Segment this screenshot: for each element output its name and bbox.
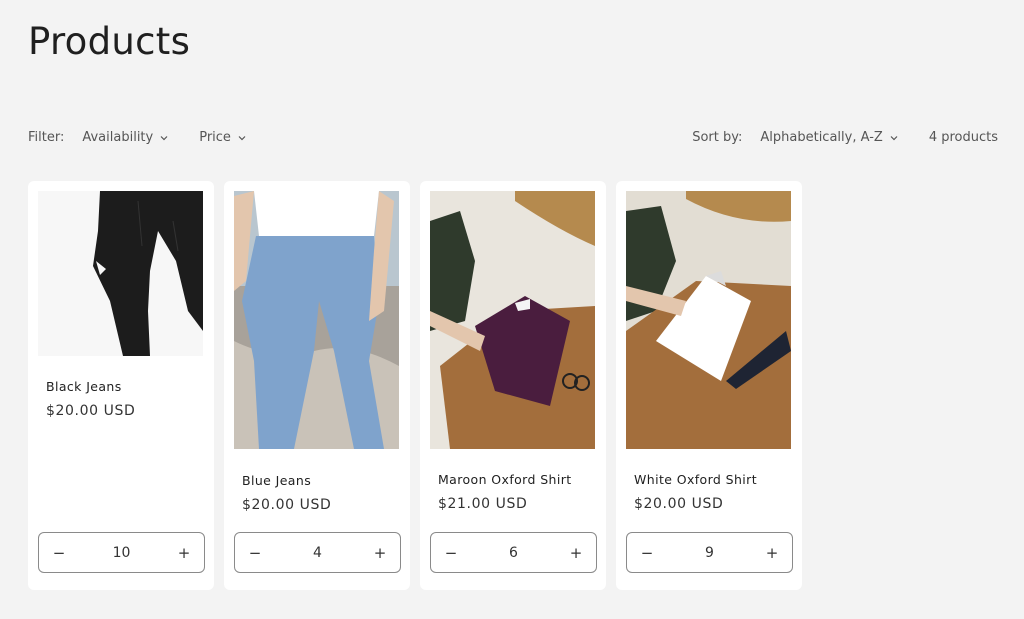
product-image[interactable]	[626, 191, 791, 449]
product-name[interactable]: Blue Jeans	[242, 473, 311, 488]
product-name[interactable]: White Oxford Shirt	[634, 472, 757, 487]
white-shirt-image	[626, 191, 791, 449]
filter-label: Filter:	[28, 130, 65, 145]
decrease-quantity-button[interactable]: −	[235, 533, 275, 572]
blue-jeans-image	[234, 191, 399, 449]
sort-label: Sort by:	[692, 130, 743, 145]
quantity-stepper: − 9 +	[626, 532, 793, 573]
quantity-stepper: − 10 +	[38, 532, 205, 573]
decrease-quantity-button[interactable]: −	[627, 533, 667, 572]
product-card[interactable]: White Oxford Shirt $20.00 USD − 9 +	[616, 181, 802, 590]
filter-group: Filter: Availability Price	[28, 130, 247, 145]
availability-filter-dropdown[interactable]: Availability	[82, 130, 169, 145]
sort-value: Alphabetically, A-Z	[760, 130, 883, 145]
quantity-stepper: − 6 +	[430, 532, 597, 573]
product-name[interactable]: Maroon Oxford Shirt	[438, 472, 572, 487]
quantity-value[interactable]: 4	[275, 545, 360, 561]
page-title: Products	[28, 20, 191, 63]
quantity-value[interactable]: 6	[471, 545, 556, 561]
quantity-value[interactable]: 10	[79, 545, 164, 561]
product-count: 4 products	[928, 130, 998, 145]
product-card[interactable]: Black Jeans $20.00 USD − 10 +	[28, 181, 214, 590]
product-price: $20.00 USD	[46, 403, 136, 419]
product-image[interactable]	[38, 191, 203, 356]
increase-quantity-button[interactable]: +	[556, 533, 596, 572]
quantity-stepper: − 4 +	[234, 532, 401, 573]
product-image[interactable]	[234, 191, 399, 449]
decrease-quantity-button[interactable]: −	[39, 533, 79, 572]
product-price: $21.00 USD	[438, 496, 528, 512]
price-filter-label: Price	[199, 130, 231, 145]
product-card[interactable]: Maroon Oxford Shirt $21.00 USD − 6 +	[420, 181, 606, 590]
product-price: $20.00 USD	[242, 497, 332, 513]
sort-dropdown[interactable]: Alphabetically, A-Z	[760, 130, 898, 145]
product-card[interactable]: Blue Jeans $20.00 USD − 4 +	[224, 181, 410, 590]
increase-quantity-button[interactable]: +	[752, 533, 792, 572]
chevron-down-icon	[890, 135, 898, 140]
chevron-down-icon	[160, 135, 168, 140]
quantity-value[interactable]: 9	[667, 545, 752, 561]
product-image[interactable]	[430, 191, 595, 449]
availability-filter-label: Availability	[82, 130, 154, 145]
product-name[interactable]: Black Jeans	[46, 379, 122, 394]
black-jeans-image	[38, 191, 203, 356]
maroon-shirt-image	[430, 191, 595, 449]
chevron-down-icon	[238, 135, 246, 140]
product-price: $20.00 USD	[634, 496, 724, 512]
increase-quantity-button[interactable]: +	[164, 533, 204, 572]
filter-bar: Filter: Availability Price Sort by: Alph…	[28, 130, 998, 150]
decrease-quantity-button[interactable]: −	[431, 533, 471, 572]
price-filter-dropdown[interactable]: Price	[199, 130, 247, 145]
sort-group: Sort by: Alphabetically, A-Z 4 products	[692, 130, 998, 145]
increase-quantity-button[interactable]: +	[360, 533, 400, 572]
